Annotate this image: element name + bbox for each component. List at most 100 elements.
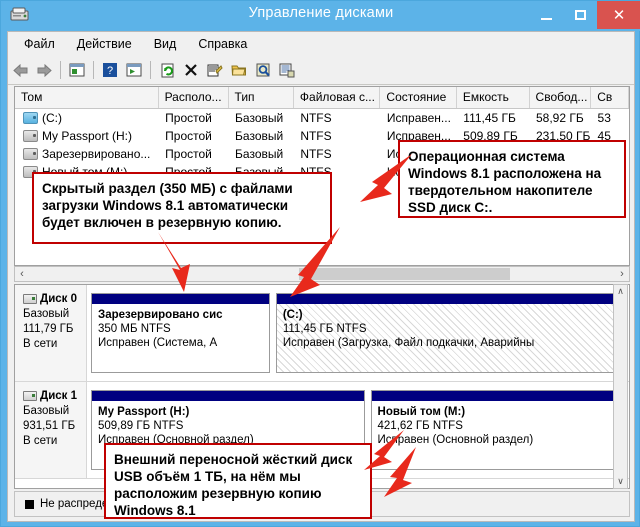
toolbar-separator: [150, 61, 151, 79]
menu-item-view[interactable]: Вид: [144, 35, 187, 53]
menu-item-action[interactable]: Действие: [67, 35, 142, 53]
disk-name-row: Диск 0: [23, 293, 86, 305]
partition-color-bar: [92, 391, 364, 401]
disk-partitions-0: Зарезервировано сис 350 МБ NTFS Исправен…: [87, 285, 629, 381]
close-button[interactable]: ✕: [597, 1, 640, 29]
toolbar-separator: [60, 61, 61, 79]
volume-capacity: 111,45 ГБ: [463, 111, 516, 125]
open-folder-icon[interactable]: [228, 59, 250, 81]
volume-name-cell: My Passport (H:): [15, 129, 159, 143]
disk-info-1[interactable]: Диск 1 Базовый 931,51 ГБ В сети: [15, 382, 87, 478]
minimize-icon: [540, 17, 552, 20]
volume-status: Исправен...: [386, 111, 451, 125]
show-hide-console-tree-icon[interactable]: [66, 59, 88, 81]
partition-system-reserved[interactable]: Зарезервировано сис 350 МБ NTFS Исправен…: [91, 293, 270, 373]
help-icon[interactable]: ?: [99, 59, 121, 81]
drive-icon: [23, 130, 38, 142]
arrow-to-system-reserved-partition: [158, 232, 190, 292]
arrow-to-my-passport: [384, 447, 416, 497]
partition-title: (C:): [282, 309, 303, 321]
back-arrow-icon[interactable]: [9, 59, 31, 81]
column-header-filesystem[interactable]: Файловая с...: [294, 87, 381, 108]
column-header-capacity[interactable]: Емкость: [457, 87, 530, 108]
unallocated-legend-swatch: [25, 499, 34, 509]
volume-layout: Простой: [165, 129, 212, 143]
rescan-disks-icon[interactable]: [252, 59, 274, 81]
partition-size: 509,89 ГБ NTFS: [98, 420, 184, 432]
volume-free: 58,92 ГБ: [535, 111, 584, 125]
partition-title: My Passport (H:): [98, 406, 190, 418]
volume-type: Базовый: [235, 129, 284, 143]
partition-status: Исправен (Система, А: [98, 337, 218, 349]
properties-icon[interactable]: [204, 59, 226, 81]
title-bar: Управление дисками ✕: [1, 1, 640, 31]
volume-filesystem: NTFS: [300, 129, 332, 143]
partition-details: Зарезервировано сис 350 МБ NTFS Исправен…: [92, 304, 269, 372]
menu-item-help[interactable]: Справка: [188, 35, 257, 53]
column-header-volume[interactable]: Том: [15, 87, 159, 108]
column-header-status[interactable]: Состояние: [380, 87, 457, 108]
show-action-pane-icon[interactable]: [123, 59, 145, 81]
column-header-type[interactable]: Тип: [229, 87, 294, 108]
scroll-left-arrow-icon[interactable]: ‹: [15, 268, 29, 280]
volume-free-pct: 53: [597, 111, 611, 125]
disk-type: Базовый: [23, 405, 70, 417]
menu-item-file[interactable]: Файл: [14, 35, 65, 53]
partition-color-bar: [371, 391, 622, 401]
volume-layout: Простой: [165, 147, 212, 161]
maximize-icon: [574, 10, 586, 20]
volume-name-cell: Зарезервировано...: [15, 147, 159, 161]
disk-name-row: Диск 1: [23, 390, 86, 402]
toolbar-separator: [93, 61, 94, 79]
partition-title: Новый том (M:): [377, 406, 466, 418]
table-row[interactable]: (C:) Простой Базовый NTFS Исправен... 11…: [15, 109, 629, 127]
drive-icon: [23, 148, 38, 160]
disk-name: Диск 1: [40, 390, 78, 402]
disk-info-0[interactable]: Диск 0 Базовый 111,79 ГБ В сети: [15, 285, 87, 381]
delete-icon[interactable]: [180, 59, 202, 81]
volume-name-cell: (C:): [15, 111, 159, 125]
menu-bar: Файл Действие Вид Справка: [8, 32, 634, 57]
partition-size: 111,45 ГБ NTFS: [282, 323, 367, 335]
disk-state: В сети: [23, 435, 58, 447]
minimize-button[interactable]: [529, 1, 563, 29]
arrow-from-os-note: [360, 154, 412, 202]
column-header-layout[interactable]: Располо...: [159, 87, 229, 108]
arrow-to-c-partition: [290, 227, 340, 297]
forward-arrow-icon[interactable]: [33, 59, 55, 81]
disk-icon: [23, 294, 37, 304]
drive-icon: [23, 112, 38, 124]
scroll-down-arrow-icon[interactable]: ∨: [617, 475, 624, 488]
annotation-os-ssd: Операционная система Windows 8.1 располо…: [398, 140, 626, 218]
partition-details: (C:) 111,45 ГБ NTFS Исправен (Загрузка, …: [276, 304, 622, 372]
volume-type: Базовый: [235, 111, 284, 125]
scroll-up-arrow-icon[interactable]: ∧: [617, 285, 624, 298]
all-tasks-icon[interactable]: [276, 59, 298, 81]
partition-size: 350 МБ NTFS: [98, 323, 171, 335]
graphic-view-vscrollbar[interactable]: ∧ ∨: [613, 284, 628, 489]
column-header-free[interactable]: Свобод...: [530, 87, 592, 108]
disk-type: Базовый: [23, 308, 70, 320]
column-header-free-pct[interactable]: Св: [591, 87, 629, 108]
disk-size: 111,79 ГБ: [23, 323, 74, 335]
partition-c-drive[interactable]: (C:) 111,45 ГБ NTFS Исправен (Загрузка, …: [275, 293, 623, 373]
close-icon: ✕: [612, 5, 626, 24]
disk-management-window: Управление дисками ✕ Файл Действие Вид С…: [0, 0, 640, 527]
disk-state: В сети: [23, 338, 58, 350]
volume-name: Зарезервировано...: [42, 147, 151, 161]
partition-status: Исправен (Загрузка, Файл подкачки, Авари…: [282, 337, 535, 349]
disk-size: 931,51 ГБ: [23, 420, 76, 432]
refresh-icon[interactable]: [156, 59, 178, 81]
volume-type: Базовый: [235, 147, 284, 161]
volume-name: My Passport (H:): [42, 129, 133, 143]
annotation-external-usb: Внешний переносной жёсткий диск USB объё…: [104, 443, 372, 519]
partition-title: Зарезервировано сис: [98, 309, 223, 321]
volume-filesystem: NTFS: [300, 111, 332, 125]
volume-list-header: Том Располо... Тип Файловая с... Состоян…: [15, 87, 629, 109]
svg-text:?: ?: [107, 65, 113, 77]
maximize-button[interactable]: [563, 1, 597, 29]
volume-name: (C:): [42, 111, 62, 125]
toolbar: ?: [8, 56, 634, 85]
scroll-right-arrow-icon[interactable]: ›: [615, 268, 629, 280]
window-controls: ✕: [529, 1, 640, 31]
